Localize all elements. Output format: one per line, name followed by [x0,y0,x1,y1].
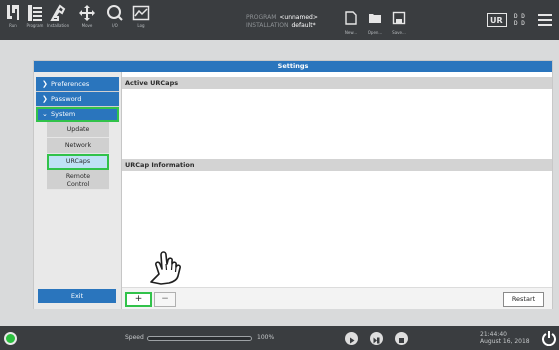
chevron-down-icon: ⌄ [42,110,48,118]
sidebar-item-preferences[interactable]: ❯ Preferences [36,77,119,92]
exit-button[interactable]: Exit [38,289,116,303]
robot-status-icon[interactable] [4,332,17,345]
step-icon [373,337,380,344]
clock: 21:44:40 August 16, 2018 [480,331,530,345]
settings-sidebar: ❯ Preferences ❯ Password ⌄ System Update Ne… [34,72,122,309]
installation-label: INSTALLATION [246,22,289,29]
add-urcap-button[interactable]: + [125,292,152,307]
play-icon [350,337,355,344]
ur-plus-logo-icon: UR [487,13,507,27]
sidebar-item-label: Preferences [51,80,90,88]
sidebar-item-system[interactable]: ⌄ System [36,107,119,122]
active-urcaps-header: Active URCaps [122,77,552,89]
hamburger-menu-icon[interactable] [538,14,552,26]
installation-name: default* [291,22,316,29]
clock-date: August 16, 2018 [480,338,530,345]
program-label: PROGRAM [246,14,277,21]
clock-time: 21:44:40 [480,331,507,338]
nav-log-label: Log [137,23,145,28]
nav-installation[interactable]: Installation [47,4,69,28]
speed-label: Speed [125,334,144,341]
sidebar-subitem-update[interactable]: Update [47,122,109,138]
step-button[interactable] [370,332,383,345]
stop-button[interactable] [395,332,408,345]
urcap-information-area [122,171,552,286]
io-icon [107,5,123,21]
speed-slider[interactable] [147,336,252,341]
urcaps-content: Active URCaps URCap Information + − Rest… [122,72,552,309]
svg-text:UR: UR [490,16,503,25]
save-label: Save... [392,30,406,35]
settings-panel: Settings ❯ Preferences ❯ Password ⌄ System … [33,60,553,309]
nav-run[interactable]: Run [2,4,24,28]
installation-icon [50,4,66,21]
program-info: PROGRAM <unnamed> INSTALLATION default* [246,14,318,30]
new-button[interactable]: New... [340,10,362,35]
chevron-right-icon: ❯ [42,95,48,103]
open-folder-icon [369,14,381,23]
urcap-information-header: URCap Information [122,159,552,171]
sidebar-item-label: Password [51,95,82,103]
remote-control-label: Remote Control [65,173,91,188]
nav-log[interactable]: Log [130,4,152,28]
nav-move[interactable]: Move [76,4,98,28]
play-button[interactable] [345,332,358,345]
sidebar-subitem-network[interactable]: Network [47,138,109,154]
nav-io-label: I/O [112,23,118,28]
power-icon[interactable] [542,330,556,346]
save-icon [392,11,406,25]
stop-icon [399,338,404,343]
speed-value: 100% [257,334,275,341]
chevron-right-icon: ❯ [42,80,48,88]
sidebar-item-label: System [51,110,76,118]
nav-program[interactable]: Program [24,4,46,28]
nav-move-label: Move [81,23,93,28]
pointing-hand-icon [150,251,181,285]
urcaps-action-bar: + − Restart [122,287,552,309]
log-icon [132,5,150,21]
new-label: New... [344,30,358,35]
new-file-icon [345,11,357,25]
footer-bar: Speed 100% 21:44:40 August 16, 2018 [0,326,559,350]
active-urcaps-list[interactable] [122,89,552,159]
settings-title: Settings [34,61,552,72]
move-icon [79,5,95,21]
mode-indicator: D D D D [514,13,525,27]
sidebar-subitem-urcaps[interactable]: URCaps [47,154,109,170]
ur-logo-icon [7,5,19,20]
save-button[interactable]: Save... [388,10,410,35]
program-name: <unnamed> [279,14,318,21]
program-icon [28,5,42,21]
nav-installation-label: Installation [47,23,70,28]
restart-button[interactable]: Restart [503,292,544,307]
sidebar-item-password[interactable]: ❯ Password [36,92,119,107]
open-label: Open... [367,30,383,35]
nav-io[interactable]: I/O [104,4,126,28]
nav-run-label: Run [9,23,17,28]
open-button[interactable]: Open... [364,10,386,35]
nav-program-label: Program [26,23,44,28]
remove-urcap-button[interactable]: − [154,292,176,307]
sidebar-subitem-remote-control[interactable]: Remote Control [47,170,109,190]
header-bar: Run Program Installation Move I/O Log PR… [0,0,559,40]
